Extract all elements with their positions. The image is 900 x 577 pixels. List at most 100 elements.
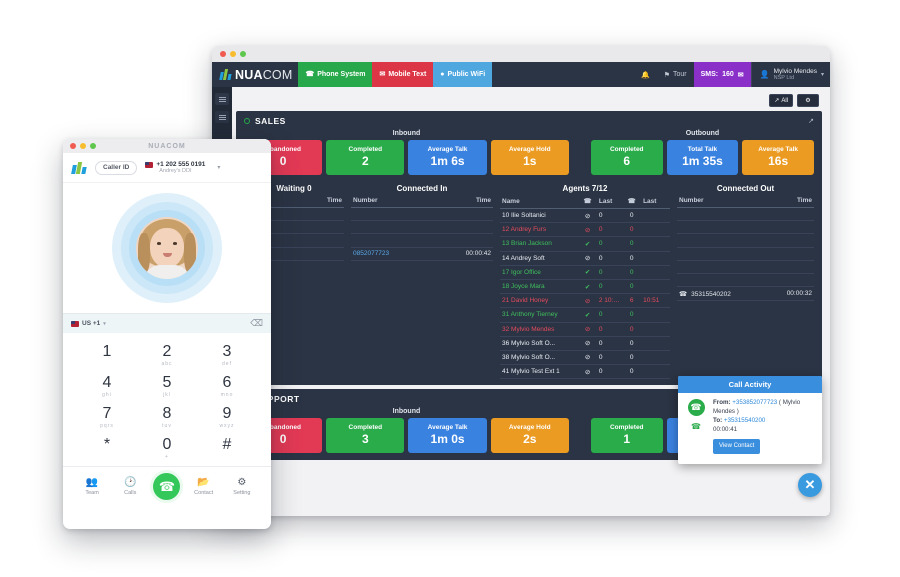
- dial-input-bar[interactable]: US +1 ▾ ⌫: [63, 313, 271, 333]
- window-minimize-dot[interactable]: [230, 51, 236, 57]
- dialpad-key-0[interactable]: 0 +: [137, 434, 197, 462]
- window-titlebar: [212, 46, 830, 62]
- nav-tab-mobile-text[interactable]: ✉ Mobile Text: [372, 62, 434, 87]
- dialpad-key-8[interactable]: 8 tuv: [137, 403, 197, 431]
- user-name: Mylvio Mendes: [773, 67, 817, 75]
- call-button[interactable]: ☎: [153, 473, 181, 500]
- table-row[interactable]: 31 Anthony Tierney ✔ 0 0: [500, 307, 670, 323]
- cell-number: [677, 260, 746, 274]
- close-button[interactable]: ✕: [798, 473, 822, 497]
- sms-credits-badge[interactable]: SMS: 160 ✉: [693, 62, 751, 87]
- dialpad-letters: [77, 454, 137, 460]
- view-contact-button[interactable]: View Contact: [713, 438, 761, 454]
- ban-icon: ⊘: [578, 251, 597, 266]
- agent-name: 14 Andrey Soft: [500, 251, 579, 266]
- cell-number[interactable]: 0852077723: [351, 247, 422, 261]
- table-row: [677, 260, 814, 274]
- user-menu[interactable]: 👤 Mylvio Mendes NSP Ltd ▾: [750, 62, 830, 87]
- dialpad-key-5[interactable]: 5 jkl: [137, 372, 197, 400]
- dialpad-key-9[interactable]: 9 wxyz: [197, 403, 257, 431]
- dialpad-key-star[interactable]: *: [77, 434, 137, 462]
- sales-panel-header: SALES ↗: [236, 111, 822, 129]
- table-row: [677, 207, 814, 222]
- dialpad-key-3[interactable]: 3 def: [197, 341, 257, 369]
- nuacom-logo-icon: [71, 160, 87, 176]
- kpi-value: 6: [623, 154, 631, 169]
- window-close-dot[interactable]: [220, 51, 226, 57]
- caller-id-label[interactable]: Caller ID: [95, 160, 138, 175]
- connected-out-title: Connected Out: [716, 184, 775, 193]
- hamburger-icon: [218, 96, 226, 102]
- dialpad-key-hash[interactable]: #: [197, 434, 257, 462]
- nav-setting[interactable]: ⚙ Setting: [227, 477, 257, 496]
- table-row[interactable]: 14 Andrey Soft ⊘ 0 0: [500, 251, 670, 266]
- tour-button[interactable]: ⚑ Tour: [657, 62, 694, 87]
- cell-number[interactable]: ☎ 35315540202: [677, 286, 746, 302]
- dialpad-key-6[interactable]: 6 mno: [197, 372, 257, 400]
- softphone-header: Caller ID +1 202 555 0191 Andrey's DDI ▾: [63, 153, 271, 183]
- sales-outbound-group: Outbound Completed 6 Total Talk 1m 35s Avera…: [590, 129, 814, 175]
- table-row[interactable]: 21 David Honey ⊘ 2 10:50 6 10:51: [500, 293, 670, 309]
- kpi-tile: Completed 1: [590, 418, 663, 454]
- dialpad-letters: [197, 454, 257, 460]
- dialpad-digit: #: [222, 436, 232, 453]
- message-icon: ✉: [379, 71, 386, 78]
- call-to-line: To: +35315540200: [713, 417, 816, 426]
- brand-logo: NUACOM: [212, 68, 298, 82]
- table-row[interactable]: 32 Mylvio Mendes ⊘ 0 0: [500, 322, 670, 337]
- dialpad-key-2[interactable]: 2 abc: [137, 341, 197, 369]
- agent-out-count: 0: [622, 322, 642, 337]
- cell-time: [294, 207, 344, 222]
- sidebar-menu-button[interactable]: [215, 93, 229, 105]
- dashboard-settings-button[interactable]: ⚙: [797, 94, 819, 107]
- sidebar-dashboard-button[interactable]: [215, 111, 229, 123]
- table-row[interactable]: 17 Igor Office ✔ 0 0: [500, 265, 670, 280]
- nav-tab-phone-system[interactable]: ☎ Phone System: [298, 62, 373, 87]
- call-activity-details: From: +353852077723 ( Mylvio Mendes ) To…: [713, 399, 816, 454]
- agents-header-name: Name: [500, 196, 579, 209]
- table-row[interactable]: 38 Mylvio Soft O... ⊘ 0 0: [500, 350, 670, 366]
- caller-id-value[interactable]: +1 202 555 0191 Andrey's DDI: [145, 161, 205, 174]
- call-activity-title: Call Activity: [678, 376, 822, 393]
- kpi-value: 1s: [523, 154, 537, 169]
- nav-contact[interactable]: 📂 Contact: [189, 477, 219, 496]
- sales-tables: Waiting 0 Number Time Connected In: [236, 182, 822, 385]
- agent-out-last: 10:51: [641, 293, 670, 309]
- call-from-number[interactable]: +353852077723: [732, 399, 777, 406]
- table-row[interactable]: 10 Ilie Soltanici ⊘ 0 0: [500, 208, 670, 224]
- connected-out-column: Connected Out Number Time ☎ 35315540202 00…: [677, 182, 814, 379]
- sales-panel-expand-icon[interactable]: ↗: [808, 117, 814, 125]
- agent-out-count: 0: [622, 350, 642, 366]
- country-selector[interactable]: US +1 ▾: [71, 320, 106, 327]
- dialpad-key-1[interactable]: 1: [77, 341, 137, 369]
- backspace-icon[interactable]: ⌫: [250, 318, 263, 329]
- agent-in-count: 0: [596, 208, 623, 224]
- table-row[interactable]: 13 Brian Jackson ✔ 0 0: [500, 236, 670, 252]
- dialpad-key-4[interactable]: 4 ghi: [77, 372, 137, 400]
- chevron-down-icon[interactable]: ▾: [217, 164, 220, 171]
- call-to-number[interactable]: +35315540200: [724, 417, 765, 424]
- softphone-bottom-nav: 👥 Team 🕑 Calls ☎ 📂 Contact ⚙ Setting: [63, 466, 271, 506]
- agent-in-count: 0: [596, 251, 623, 266]
- dialpad-digit: 9: [222, 405, 232, 422]
- dialpad-key-7[interactable]: 7 pqrs: [77, 403, 137, 431]
- nav-calls[interactable]: 🕑 Calls: [115, 477, 145, 496]
- chevron-down-icon: ▾: [820, 72, 824, 78]
- table-row[interactable]: 12 Andrey Furs ⊘ 0 0: [500, 222, 670, 238]
- table-row[interactable]: 18 Joyce Mara ✔ 0 0: [500, 279, 670, 295]
- kpi-label: Average Talk: [758, 145, 799, 153]
- table-row[interactable]: 36 Mylvio Soft O... ⊘ 0 0: [500, 336, 670, 351]
- waiting-header-time: Time: [294, 196, 344, 208]
- window-maximize-dot[interactable]: [240, 51, 246, 57]
- nav-team[interactable]: 👥 Team: [77, 477, 107, 496]
- notifications-button[interactable]: 🔔: [634, 62, 657, 87]
- nav-tab-label: Public WiFi: [447, 71, 486, 78]
- table-row[interactable]: 41 Mylvio Test Ext 1 ⊘ 0 0: [500, 364, 670, 380]
- caller-id-subtitle: Andrey's DDI: [159, 168, 192, 174]
- cell-time: [745, 273, 814, 288]
- kpi-value: 1m 6s: [430, 154, 465, 169]
- expand-all-button[interactable]: ↗ All: [769, 94, 793, 107]
- dialpad-letters: tuv: [162, 423, 172, 429]
- nav-tab-public-wifi[interactable]: ● Public WiFi: [433, 62, 493, 87]
- call-from-label: From:: [713, 399, 731, 406]
